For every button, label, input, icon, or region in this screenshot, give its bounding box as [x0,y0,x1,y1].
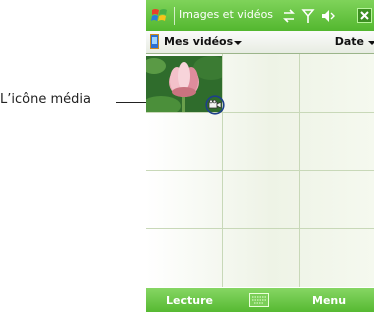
sync-icon[interactable] [281,8,297,24]
folder-bar: Mes vidéos Date [146,31,374,54]
keyboard-icon[interactable] [249,293,269,307]
video-media-icon [205,95,225,115]
callout-label: L’icône média [0,92,91,107]
title-separator [174,7,175,25]
window-title: Images et vidéos [179,8,274,21]
media-folder-icon [150,34,159,49]
grid-line [146,112,374,113]
chevron-down-icon[interactable] [234,41,242,45]
sort-dropdown[interactable]: Date [335,35,364,48]
volume-icon[interactable] [320,8,336,24]
close-button[interactable] [357,8,372,23]
close-icon [360,11,369,20]
folder-dropdown[interactable]: Mes vidéos [164,35,233,48]
windows-start-icon[interactable] [150,6,170,26]
grid-line [146,170,374,171]
menu-softkey[interactable]: Menu [312,294,346,307]
play-softkey[interactable]: Lecture [166,294,213,307]
signal-icon[interactable] [300,8,316,24]
thumbnail-grid [146,54,374,287]
softkey-bar: Lecture Menu [146,288,374,312]
title-bar: Images et vidéos [146,0,374,31]
sort-chevron-down-icon[interactable] [368,41,374,45]
grid-line [146,228,374,229]
device-screen: Images et vidéos Mes vidéos Date Lecture… [146,0,374,312]
